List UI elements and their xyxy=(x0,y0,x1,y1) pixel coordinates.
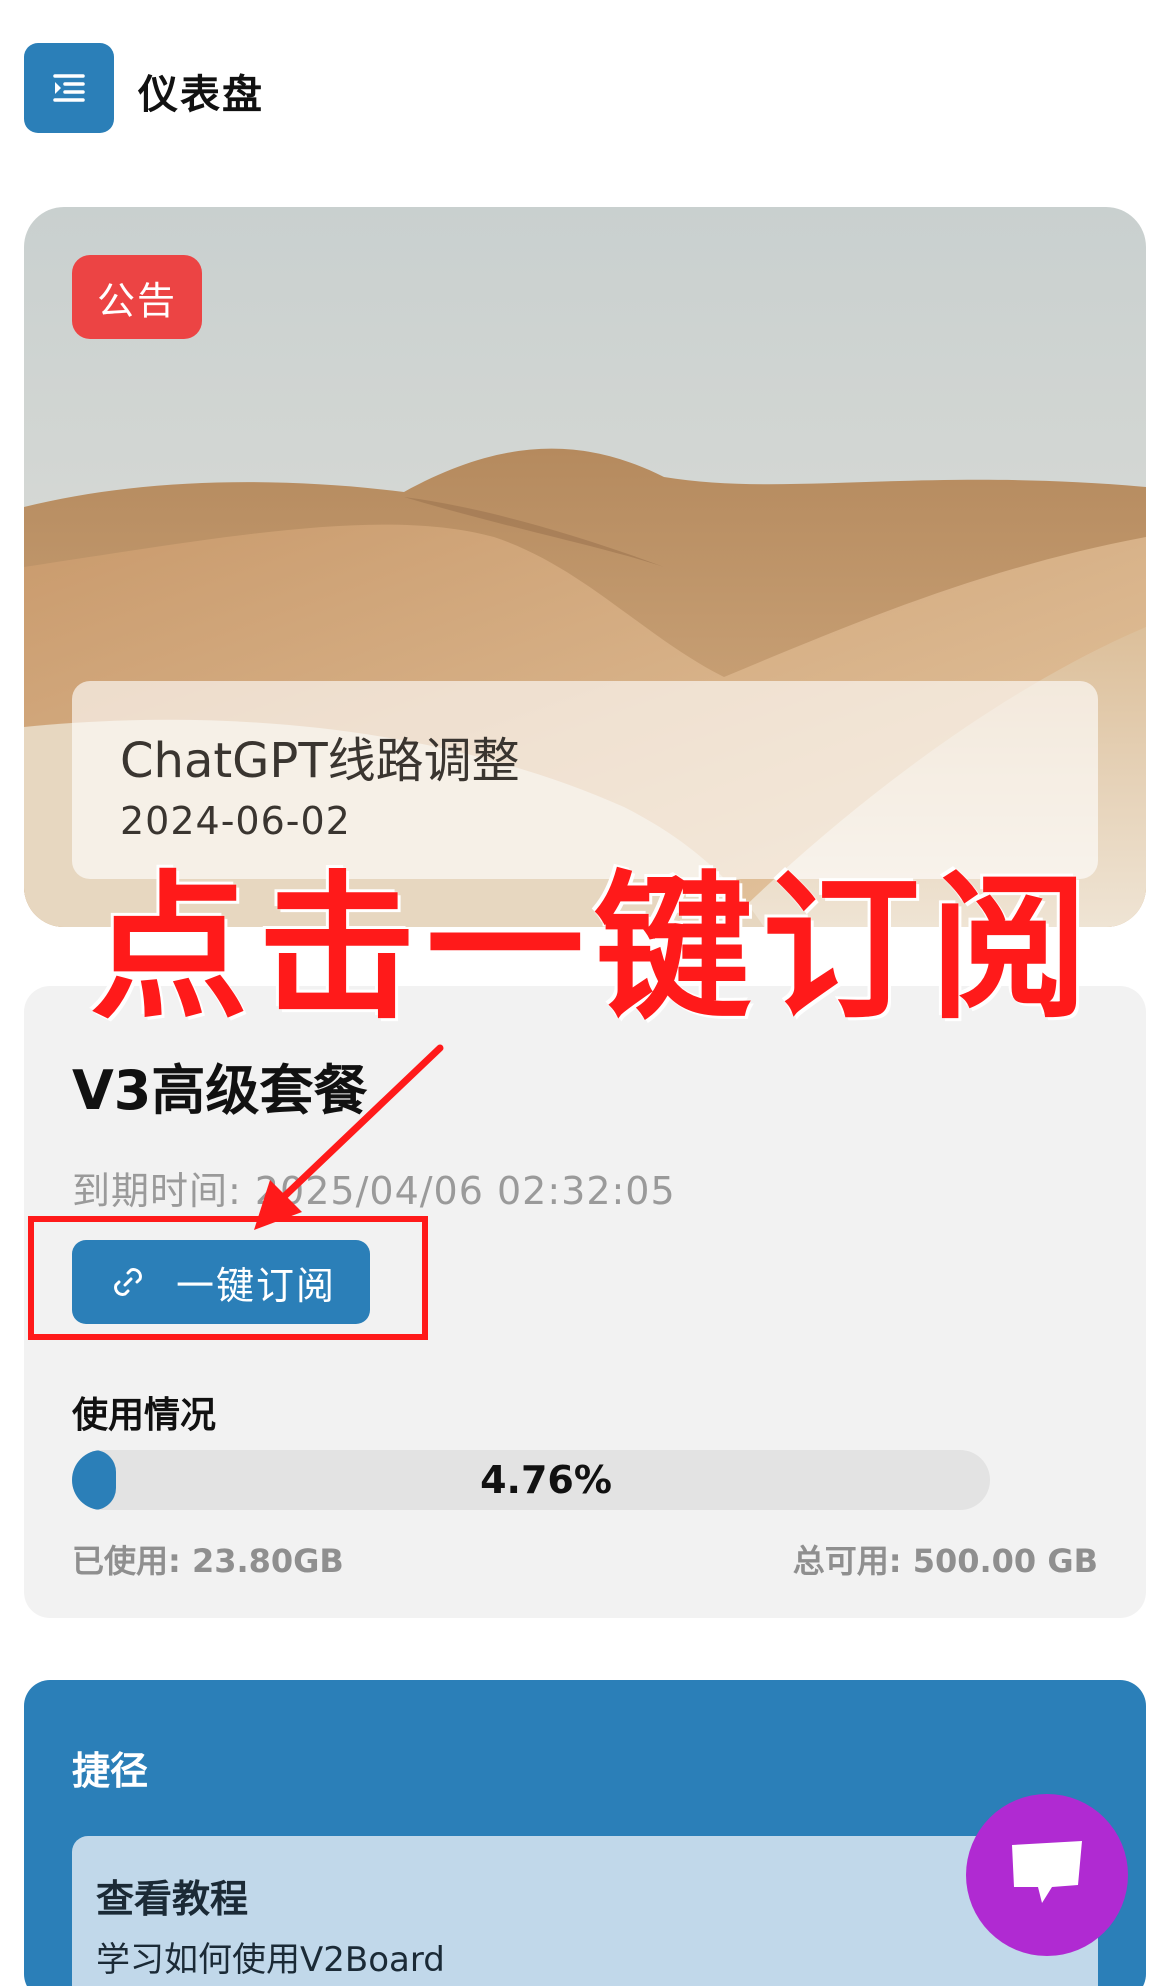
chat-support-button[interactable] xyxy=(966,1794,1128,1956)
usage-progress-bar: 4.76% xyxy=(72,1450,990,1510)
announcement-badge: 公告 xyxy=(72,255,202,339)
announcement-title: ChatGPT线路调整 xyxy=(120,733,520,789)
shortcut-item-title: 查看教程 xyxy=(96,1877,249,1921)
page-title: 仪表盘 xyxy=(138,72,264,118)
annotation-arrow xyxy=(254,1044,444,1230)
total-traffic: 总可用: 500.00 GB xyxy=(792,1542,1098,1580)
announcement-date: 2024-06-02 xyxy=(120,799,351,843)
app-header: 仪表盘 xyxy=(0,0,1170,180)
shortcut-item-description: 学习如何使用V2Board xyxy=(96,1940,445,1980)
chat-bubble-icon xyxy=(1012,1841,1082,1903)
usage-title: 使用情况 xyxy=(72,1395,217,1436)
menu-button[interactable] xyxy=(24,43,114,133)
shortcut-item-tutorial[interactable]: 查看教程 学习如何使用V2Board xyxy=(72,1836,1098,1986)
shortcuts-title: 捷径 xyxy=(72,1749,149,1793)
announcement-card[interactable]: 公告 ChatGPT线路调整 2024-06-02 xyxy=(24,207,1146,927)
used-traffic: 已使用: 23.80GB xyxy=(72,1542,344,1580)
usage-percent: 4.76% xyxy=(480,1458,612,1502)
menu-icon xyxy=(53,74,85,102)
annotation-text: 点击一键订阅 xyxy=(90,857,1098,1041)
annotation-highlight-box xyxy=(28,1216,428,1340)
announcement-notice[interactable]: ChatGPT线路调整 2024-06-02 xyxy=(72,681,1098,879)
